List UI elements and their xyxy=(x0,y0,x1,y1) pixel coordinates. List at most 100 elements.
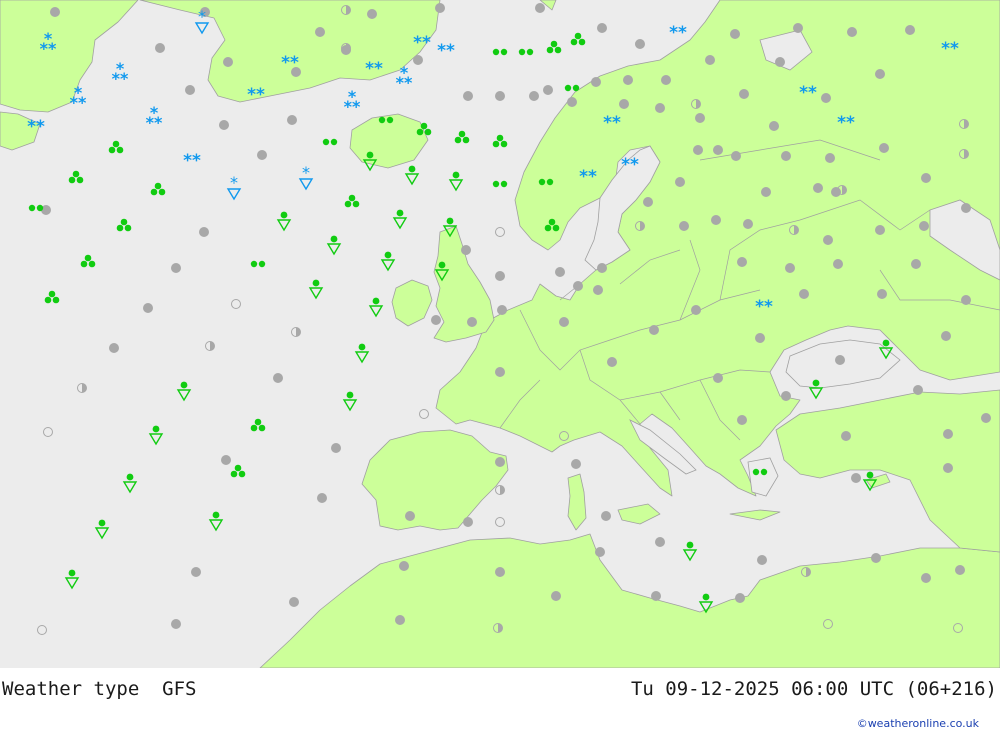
overcast-dot-symbol xyxy=(607,357,617,367)
overcast-dot-symbol xyxy=(367,9,377,19)
valid-time: Tu 09-12-2025 06:00 UTC (06+216) xyxy=(630,678,997,700)
overcast-dot-symbol xyxy=(223,57,233,67)
overcast-dot-symbol xyxy=(435,3,445,13)
overcast-dot-symbol xyxy=(831,187,841,197)
snow-symbol: ** xyxy=(755,297,773,317)
overcast-dot-symbol xyxy=(761,187,771,197)
overcast-dot-symbol xyxy=(911,259,921,269)
overcast-dot-symbol xyxy=(955,565,965,575)
overcast-dot-symbol xyxy=(755,333,765,343)
svg-text:**: ** xyxy=(837,113,855,133)
overcast-dot-symbol xyxy=(555,267,565,277)
svg-text:**: ** xyxy=(799,83,817,103)
overcast-dot-symbol xyxy=(781,391,791,401)
overcast-dot-symbol xyxy=(467,317,477,327)
overcast-dot-symbol xyxy=(593,285,603,295)
overcast-dot-symbol xyxy=(635,39,645,49)
overcast-dot-symbol xyxy=(331,443,341,453)
snow-symbol: ** xyxy=(281,53,299,73)
overcast-dot-symbol xyxy=(655,537,665,547)
overcast-dot-symbol xyxy=(50,7,60,17)
overcast-dot-symbol xyxy=(495,367,505,377)
snow-symbol: ** xyxy=(799,83,817,103)
overcast-dot-symbol xyxy=(191,567,201,577)
overcast-dot-symbol xyxy=(905,25,915,35)
overcast-dot-symbol xyxy=(813,183,823,193)
overcast-dot-symbol xyxy=(143,303,153,313)
snow-symbol: ** xyxy=(579,167,597,187)
overcast-dot-symbol xyxy=(495,91,505,101)
overcast-dot-symbol xyxy=(737,415,747,425)
overcast-dot-symbol xyxy=(730,29,740,39)
overcast-dot-symbol xyxy=(739,89,749,99)
snow-symbol: ** xyxy=(669,23,687,43)
overcast-dot-symbol xyxy=(155,43,165,53)
overcast-dot-symbol xyxy=(695,113,705,123)
overcast-dot-symbol xyxy=(711,215,721,225)
overcast-dot-symbol xyxy=(219,120,229,130)
snow-symbol: ** xyxy=(621,155,639,175)
overcast-dot-symbol xyxy=(735,593,745,603)
overcast-dot-symbol xyxy=(595,547,605,557)
map-title-model: Weather type GFS xyxy=(2,678,197,700)
overcast-dot-symbol xyxy=(287,115,297,125)
overcast-dot-symbol xyxy=(273,373,283,383)
overcast-dot-symbol xyxy=(981,413,991,423)
credit-link[interactable]: ©weatheronline.co.uk xyxy=(857,717,979,730)
overcast-dot-symbol xyxy=(835,355,845,365)
overcast-dot-symbol xyxy=(825,153,835,163)
overcast-dot-symbol xyxy=(743,219,753,229)
snow-symbol: ** xyxy=(437,41,455,61)
overcast-dot-symbol xyxy=(921,573,931,583)
overcast-dot-symbol xyxy=(877,289,887,299)
overcast-dot-symbol xyxy=(567,97,577,107)
weather-map: ** ** ** ** ** * * ** ** ** * * ** ** ** ** ** ** ** ** ** **… xyxy=(0,0,1000,668)
overcast-dot-symbol xyxy=(731,151,741,161)
overcast-dot-symbol xyxy=(543,85,553,95)
overcast-dot-symbol xyxy=(559,317,569,327)
overcast-dot-symbol xyxy=(399,561,409,571)
overcast-dot-symbol xyxy=(921,173,931,183)
overcast-dot-symbol xyxy=(591,77,601,87)
overcast-dot-symbol xyxy=(675,177,685,187)
overcast-dot-symbol xyxy=(463,91,473,101)
overcast-dot-symbol xyxy=(315,27,325,37)
overcast-dot-symbol xyxy=(221,455,231,465)
overcast-dot-symbol xyxy=(757,555,767,565)
svg-text:**: ** xyxy=(70,93,87,112)
svg-text:**: ** xyxy=(281,53,299,73)
overcast-dot-symbol xyxy=(463,517,473,527)
overcast-dot-symbol xyxy=(655,103,665,113)
overcast-dot-symbol xyxy=(623,75,633,85)
overcast-dot-symbol xyxy=(619,99,629,109)
overcast-dot-symbol xyxy=(847,27,857,37)
overcast-dot-symbol xyxy=(823,235,833,245)
overcast-dot-symbol xyxy=(395,615,405,625)
overcast-dot-symbol xyxy=(871,553,881,563)
overcast-dot-symbol xyxy=(943,429,953,439)
overcast-dot-symbol xyxy=(793,23,803,33)
overcast-dot-symbol xyxy=(919,221,929,231)
overcast-dot-symbol xyxy=(497,305,507,315)
overcast-dot-symbol xyxy=(875,69,885,79)
overcast-dot-symbol xyxy=(737,257,747,267)
overcast-dot-symbol xyxy=(769,121,779,131)
snow-symbol: ** xyxy=(247,85,265,105)
svg-text:**: ** xyxy=(396,73,413,92)
overcast-dot-symbol xyxy=(841,431,851,441)
snow-symbol: ** xyxy=(183,151,201,171)
overcast-dot-symbol xyxy=(961,295,971,305)
overcast-dot-symbol xyxy=(495,271,505,281)
snow-symbol: ** xyxy=(941,39,959,59)
overcast-dot-symbol xyxy=(775,57,785,67)
snow-symbol: ** xyxy=(413,33,431,53)
overcast-dot-symbol xyxy=(941,331,951,341)
map-title: Weather type xyxy=(2,678,140,700)
overcast-dot-symbol xyxy=(597,263,607,273)
overcast-dot-symbol xyxy=(943,463,953,473)
overcast-dot-symbol xyxy=(643,197,653,207)
overcast-dot-symbol xyxy=(679,221,689,231)
svg-text:**: ** xyxy=(579,167,597,187)
snow-symbol: ** xyxy=(27,117,45,137)
overcast-dot-symbol xyxy=(257,150,267,160)
